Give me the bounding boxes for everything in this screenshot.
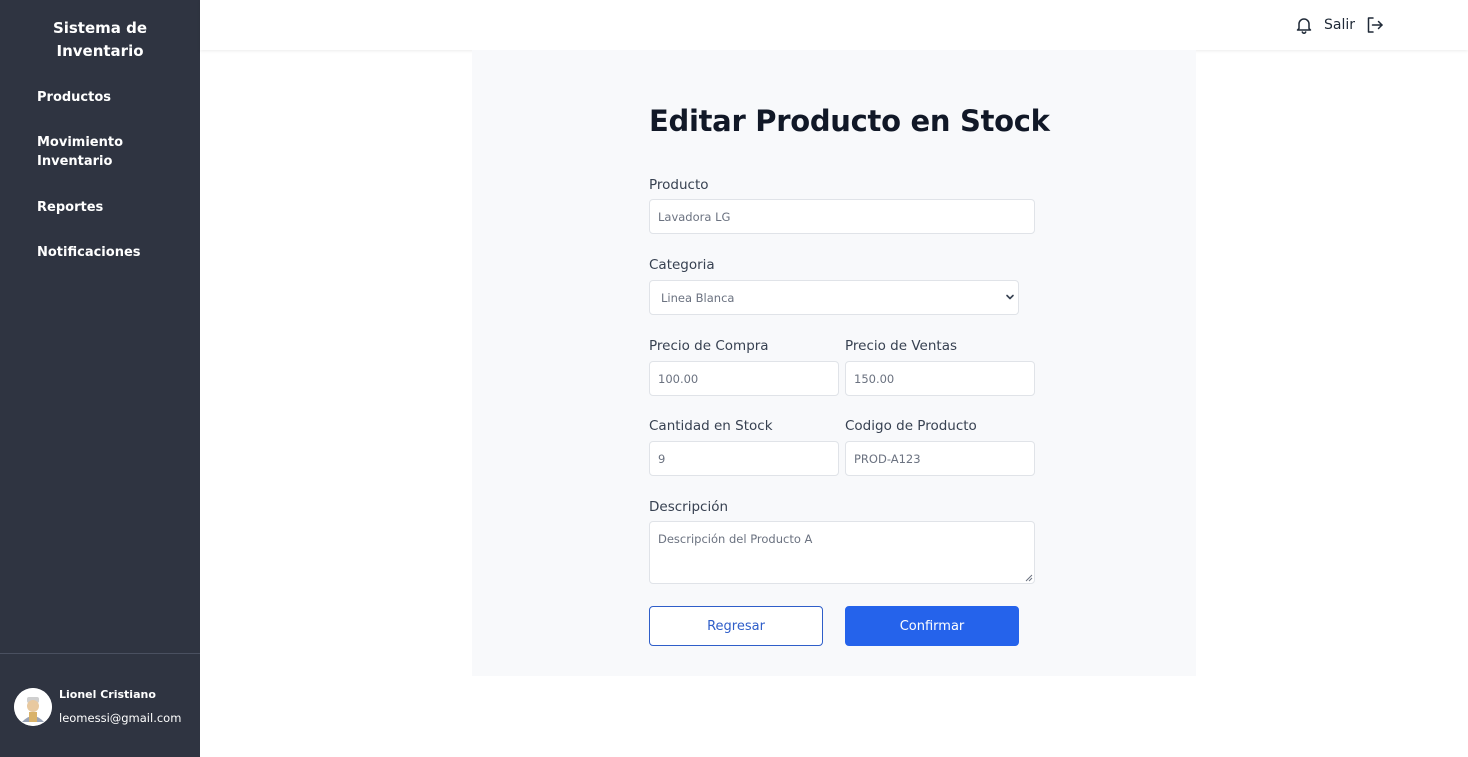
user-email: leomessi@gmail.com [59,711,182,725]
categoria-label: Categoria [649,257,715,273]
descripcion-textarea[interactable]: Descripción del Producto A [649,521,1035,584]
top-bar: Salir [200,0,1468,50]
sidebar: Sistema de Inventario Productos Movimien… [0,0,200,757]
precio-compra-input[interactable] [649,361,839,396]
logout-icon[interactable] [1365,15,1385,35]
sidebar-item-productos[interactable]: Productos [37,88,187,107]
cantidad-label: Cantidad en Stock [649,418,773,434]
page-title: Editar Producto en Stock [649,104,1050,138]
avatar [14,688,52,726]
codigo-label: Codigo de Producto [845,418,977,434]
user-profile: Lionel Cristiano leomessi@gmail.com [0,653,200,757]
logout-link[interactable]: Salir [1324,15,1355,35]
precio-venta-input[interactable] [845,361,1035,396]
producto-input[interactable] [649,199,1035,234]
precio-venta-label: Precio de Ventas [845,338,958,354]
user-name: Lionel Cristiano [59,688,156,701]
precio-compra-label: Precio de Compra [649,338,769,354]
confirm-button[interactable]: Confirmar [845,606,1019,646]
back-button[interactable]: Regresar [649,606,823,646]
sidebar-item-notificaciones[interactable]: Notificaciones [37,243,187,262]
categoria-select[interactable]: Linea Blanca [649,280,1019,315]
bell-icon[interactable] [1294,15,1314,35]
sidebar-item-movimiento-inventario[interactable]: Movimiento Inventario [37,133,132,171]
app-brand: Sistema de Inventario [52,19,148,60]
codigo-input[interactable] [845,441,1035,476]
cantidad-input[interactable] [649,441,839,476]
sidebar-item-reportes[interactable]: Reportes [37,198,187,217]
descripcion-label: Descripción [649,499,729,515]
producto-label: Producto [649,177,709,193]
